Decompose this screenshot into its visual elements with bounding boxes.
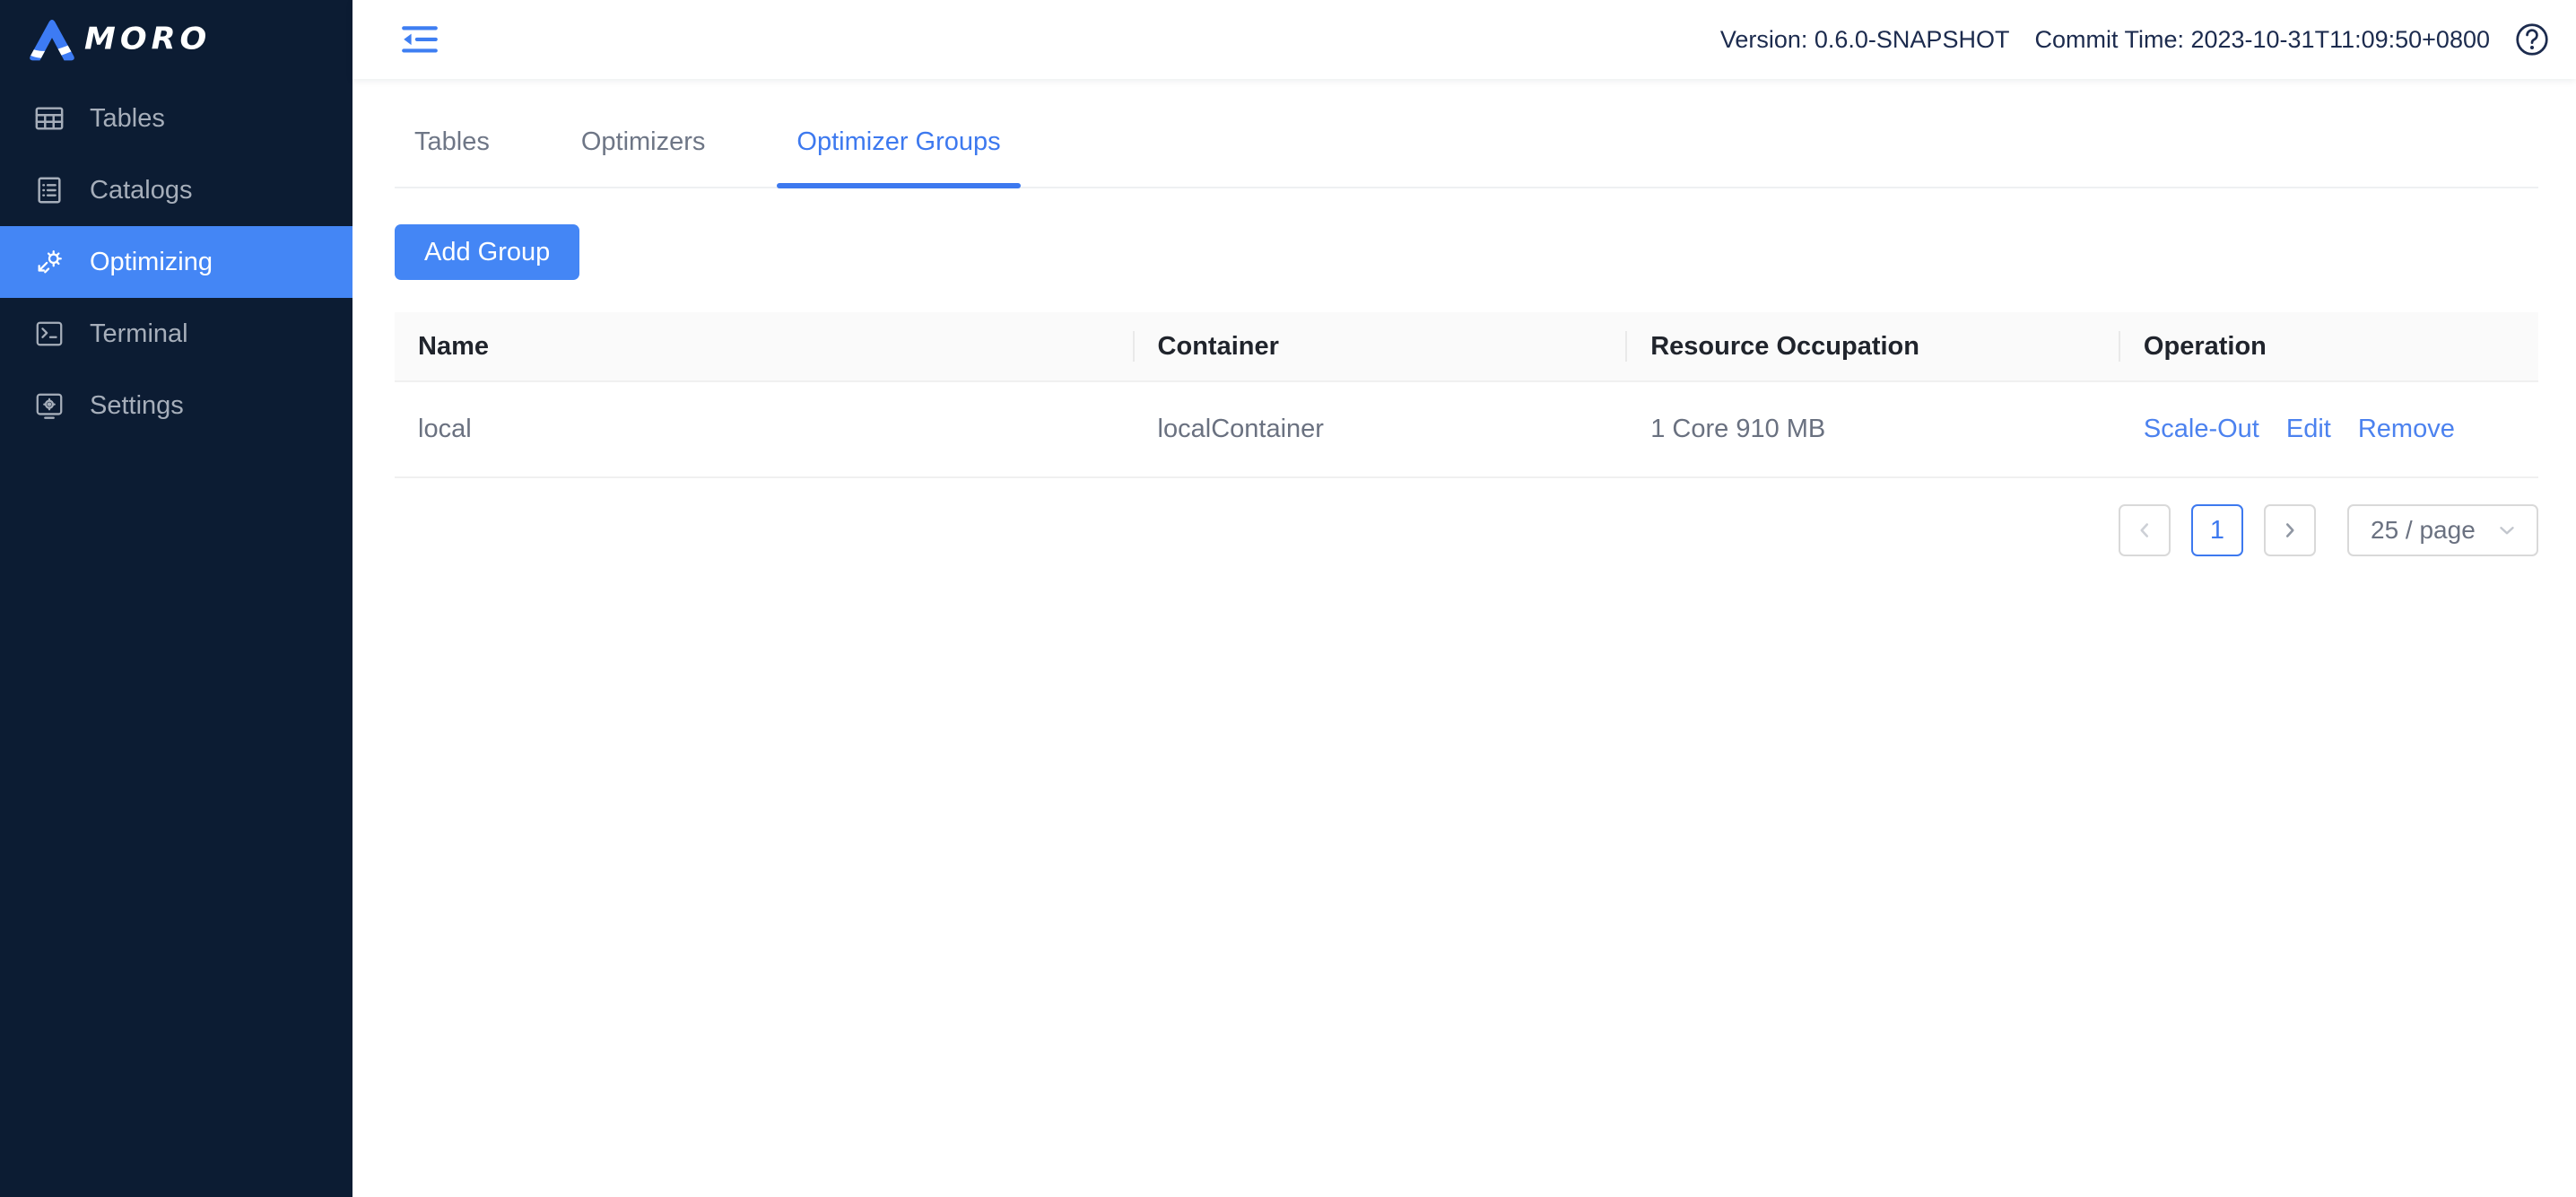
version-label: Version: 0.6.0-SNAPSHOT [1720,26,2010,54]
settings-icon [34,390,65,421]
add-group-button[interactable]: Add Group [395,224,579,280]
cell-container: localContainer [1135,381,1628,477]
sidebar-menu: Tables Catalogs [0,83,352,441]
sidebar-item-label: Settings [90,391,184,421]
commit-time-label: Commit Time: 2023-10-31T11:09:50+0800 [2034,26,2490,54]
table-header-row: Name Container Resource Occupation Opera… [395,312,2538,381]
version-info: Version: 0.6.0-SNAPSHOT Commit Time: 202… [1720,26,2490,54]
sidebar-item-optimizing[interactable]: Optimizing [0,226,352,298]
sidebar-item-tables[interactable]: Tables [0,83,352,154]
sidebar-item-label: Catalogs [90,176,192,205]
pagination: 1 25 / page [395,504,2538,556]
sidebar-item-settings[interactable]: Settings [0,370,352,441]
page-size-value: 25 / page [2371,516,2476,545]
page-number-button[interactable]: 1 [2191,504,2243,556]
table-icon [34,103,65,134]
scale-out-link[interactable]: Scale-Out [2144,415,2259,444]
sidebar-item-label: Terminal [90,319,188,349]
question-circle-icon [2513,21,2551,58]
tab-label: Tables [414,127,490,156]
tab-optimizer-groups[interactable]: Optimizer Groups [777,106,1020,187]
terminal-icon [34,319,65,349]
optimizing-icon [34,247,65,277]
next-page-button[interactable] [2264,504,2316,556]
catalog-icon [34,175,65,205]
prev-page-button[interactable] [2119,504,2171,556]
optimizer-groups-table: Name Container Resource Occupation Opera… [395,312,2538,478]
tab-label: Optimizer Groups [796,127,1000,156]
tab-tables[interactable]: Tables [395,106,509,187]
topbar-right: Version: 0.6.0-SNAPSHOT Commit Time: 202… [1720,21,2551,58]
help-button[interactable] [2513,21,2551,58]
tab-label: Optimizers [581,127,706,156]
chevron-right-icon [2278,519,2302,542]
cell-resource-occupation: 1 Core 910 MB [1627,381,2120,477]
sidebar-item-terminal[interactable]: Terminal [0,298,352,370]
toolbar: Add Group [395,224,2538,280]
tabs-nav: Tables Optimizers Optimizer Groups [395,106,2538,188]
table-row: local localContainer 1 Core 910 MB Scale… [395,381,2538,477]
amoro-logo-text: MORO [84,22,211,57]
page-size-select[interactable]: 25 / page [2347,504,2538,556]
edit-link[interactable]: Edit [2286,415,2331,444]
topbar: Version: 0.6.0-SNAPSHOT Commit Time: 202… [352,0,2576,79]
amoro-app-window: MORO Tables [0,0,2576,1197]
sidebar-item-label: Optimizing [90,248,213,277]
cell-name: local [395,381,1135,477]
column-header-resource-occupation: Resource Occupation [1627,312,2120,381]
sidebar-item-label: Tables [90,104,165,134]
menu-fold-button[interactable] [399,19,440,60]
remove-link[interactable]: Remove [2358,415,2455,444]
chevron-left-icon [2133,519,2156,542]
amoro-logo[interactable]: MORO [0,0,352,79]
column-header-operation: Operation [2120,312,2538,381]
menu-fold-icon [399,21,440,58]
sidebar: MORO Tables [0,0,352,1197]
tab-optimizers[interactable]: Optimizers [561,106,726,187]
amoro-logo-icon [27,17,77,62]
column-header-name: Name [395,312,1135,381]
column-header-container: Container [1135,312,1628,381]
main-content: Tables Optimizers Optimizer Groups Add G… [352,79,2576,1197]
cell-operation: Scale-Out Edit Remove [2120,381,2538,477]
sidebar-item-catalogs[interactable]: Catalogs [0,154,352,226]
chevron-down-icon [2495,519,2519,542]
